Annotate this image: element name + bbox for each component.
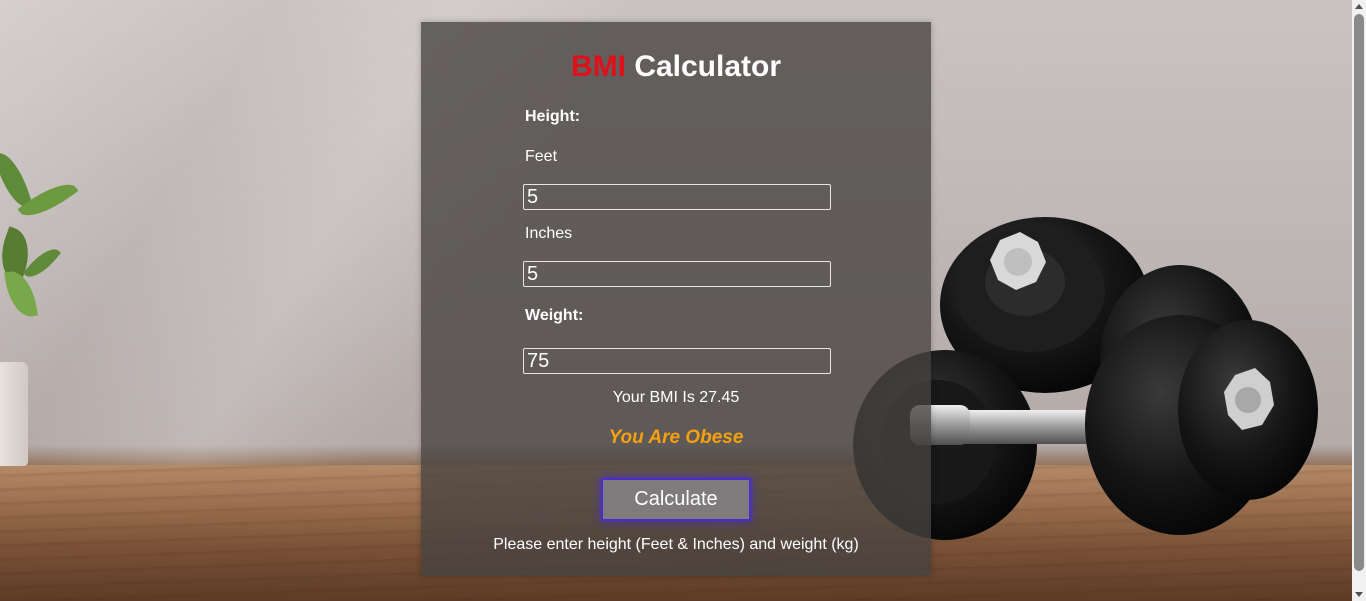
calculate-button[interactable]: Calculate — [601, 478, 751, 521]
plant-pot — [0, 362, 28, 466]
title-accent: BMI — [570, 50, 626, 83]
inches-label: Inches — [525, 225, 573, 242]
scroll-down-icon[interactable] — [1355, 592, 1363, 597]
weight-label: Weight: — [525, 307, 584, 324]
plant-leaf — [23, 242, 61, 284]
scroll-up-icon[interactable] — [1355, 4, 1363, 9]
inches-input[interactable] — [523, 261, 831, 287]
bmi-result: Your BMI Is 27.45 — [612, 389, 740, 406]
feet-input[interactable] — [523, 184, 831, 210]
height-label: Height: — [525, 108, 581, 125]
instructions-text: Please enter height (Feet & Inches) and … — [493, 536, 859, 553]
bmi-panel: BMI Calculator Height: Feet Inches Weigh… — [421, 22, 931, 576]
feet-label: Feet — [525, 148, 558, 165]
page-title: BMI Calculator — [421, 50, 931, 84]
vertical-scrollbar[interactable] — [1352, 0, 1366, 601]
title-rest: Calculator — [634, 50, 782, 83]
scrollbar-thumb[interactable] — [1354, 14, 1364, 571]
bmi-status: You Are Obese — [608, 427, 744, 448]
weight-input[interactable] — [523, 348, 831, 374]
page-background: BMI Calculator Height: Feet Inches Weigh… — [0, 0, 1366, 601]
